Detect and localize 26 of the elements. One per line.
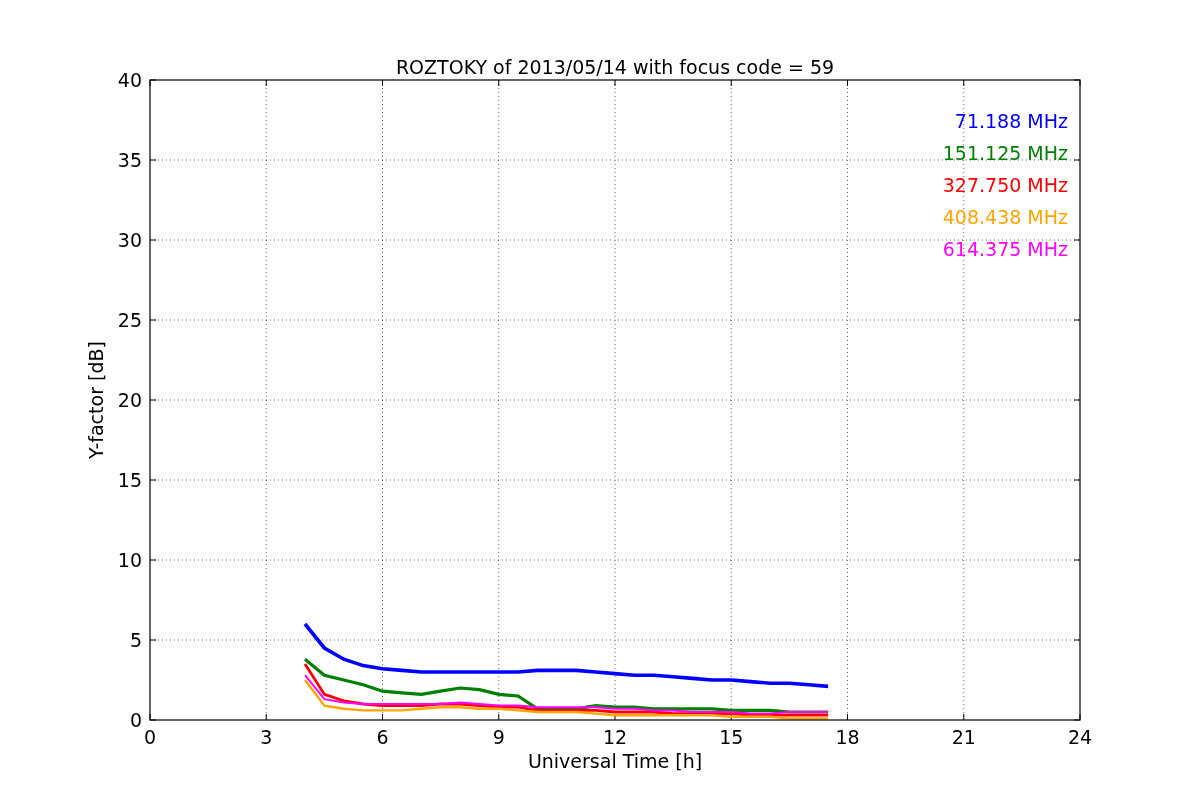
tick-label: 30 [117,229,142,251]
tick-label: 25 [117,309,142,331]
tick-label: 10 [117,549,142,571]
legend-label: 71.188 MHz [954,110,1068,132]
legend-label: 408.438 MHz [942,206,1068,228]
axis-title: Universal Time [h] [527,750,703,772]
tick-label: 18 [835,726,860,748]
tick-label: 15 [719,726,744,748]
tick-label: 9 [492,726,505,748]
tick-label: 12 [602,726,628,748]
legend-label: 614.375 MHz [942,238,1068,260]
tick-label: 35 [117,149,142,171]
axis-title: Y-factor [dB] [85,341,107,459]
tick-label: 40 [117,69,142,91]
chart-title: ROZTOKY of 2013/05/14 with focus code = 59 [395,56,835,78]
legend-label: 151.125 MHz [942,142,1068,164]
tick-label: 6 [376,726,389,748]
tick-label: 0 [143,726,157,748]
tick-label: 15 [117,469,142,491]
tick-label: 20 [117,389,142,411]
tick-label: 24 [1067,726,1093,748]
tick-label: 0 [129,709,142,731]
tick-label: 3 [260,726,273,748]
legend-label: 327.750 MHz [942,174,1068,196]
tick-label: 5 [129,629,142,651]
tick-label: 21 [951,726,976,748]
